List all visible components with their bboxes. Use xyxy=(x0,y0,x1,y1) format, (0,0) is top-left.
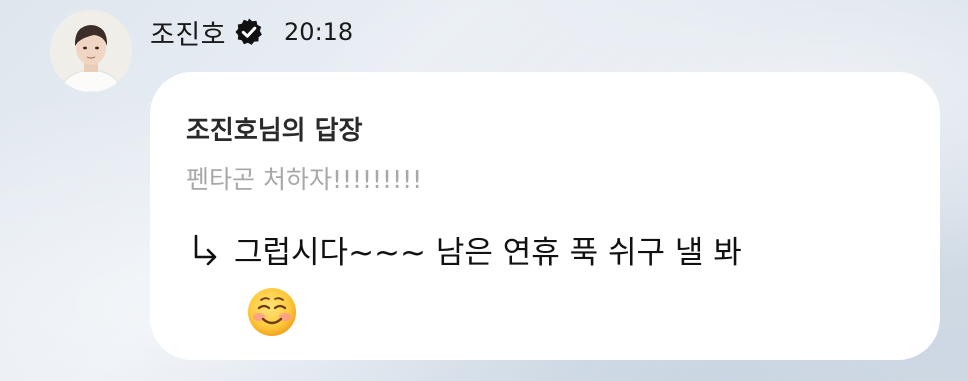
reply-title: 조진호님의 답장 xyxy=(186,116,363,146)
message-text: 그럽시다~~~ 남은 연휴 푹 쉬구 낼 봐 xyxy=(234,235,742,271)
quoted-message[interactable]: 펜타곤 처하자!!!!!!!!! xyxy=(186,160,422,196)
message-bubble[interactable]: 조진호님의 답장 펜타곤 처하자!!!!!!!!! 그럽시다~~~ 남은 연휴 … xyxy=(150,72,940,360)
smiling-face-icon xyxy=(246,286,298,338)
message-body: 그럽시다~~~ 남은 연휴 푹 쉬구 낼 봐 xyxy=(190,224,930,282)
sender-name[interactable]: 조진호 xyxy=(150,13,226,52)
avatar[interactable] xyxy=(50,10,132,92)
timestamp: 20:18 xyxy=(284,18,354,46)
verified-badge-icon xyxy=(234,17,264,47)
reply-arrow-icon xyxy=(190,228,220,266)
message-header: 조진호 20:18 xyxy=(150,12,353,52)
